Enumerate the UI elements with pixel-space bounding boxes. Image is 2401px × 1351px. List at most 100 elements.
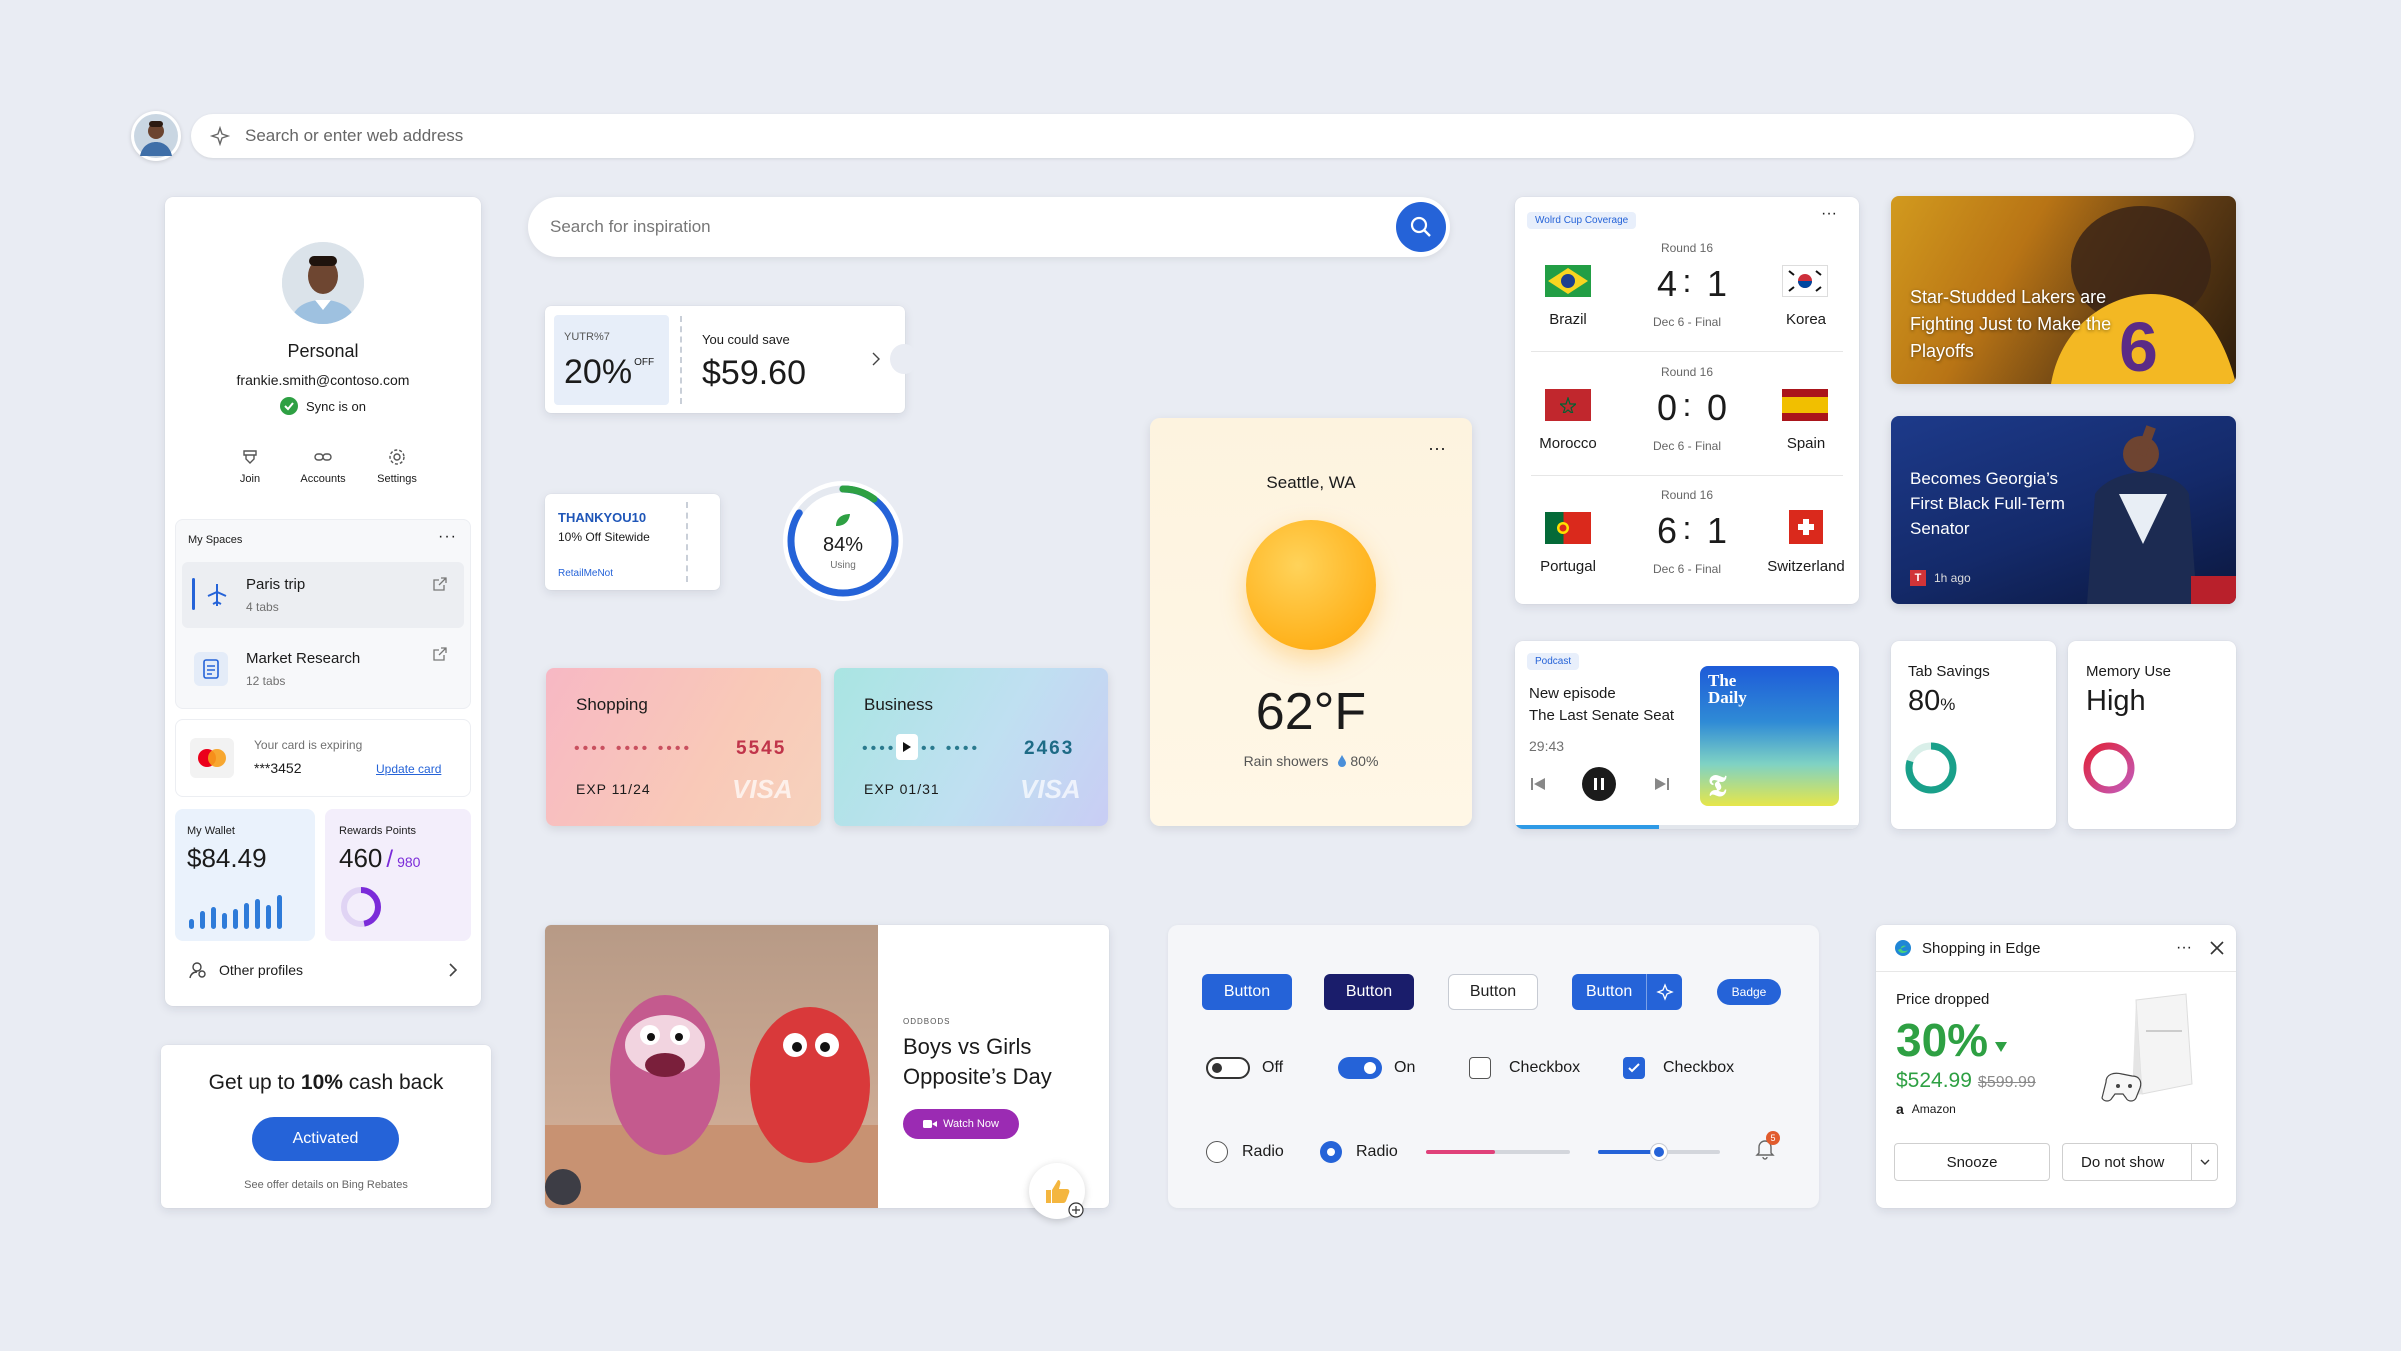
rewards-tile[interactable]: Rewards Points 460 / 980 xyxy=(325,809,471,941)
space-item-market[interactable]: Market Research 12 tabs xyxy=(182,636,464,702)
airplane-icon xyxy=(202,580,232,610)
snooze-button[interactable]: Snooze xyxy=(1894,1143,2050,1181)
wallet-tile[interactable]: My Wallet $84.49 xyxy=(175,809,315,941)
open-external-icon[interactable] xyxy=(432,646,448,662)
bar xyxy=(277,895,282,929)
more-icon[interactable]: ··· xyxy=(1428,438,1446,459)
sparkle-icon xyxy=(209,125,231,147)
avatar[interactable] xyxy=(131,111,181,161)
open-external-icon[interactable] xyxy=(432,576,448,592)
score-away: 1 xyxy=(1706,510,1728,551)
update-card-link[interactable]: Update card xyxy=(376,762,441,776)
match-row[interactable]: Round 16 Morocco 0 : 0 Dec 6 - Final Spa… xyxy=(1515,351,1859,471)
radio-unselected[interactable]: Radio xyxy=(1206,1141,1284,1163)
checkbox-box xyxy=(1623,1057,1645,1079)
skip-back-icon[interactable] xyxy=(1529,775,1547,793)
coupon-card[interactable]: YUTR%7 20% OFF You could save $59.60 xyxy=(545,306,918,413)
news-card-lakers[interactable]: 6 Star-Studded Lakers are Fighting Just … xyxy=(1891,196,2236,384)
more-icon[interactable]: ··· xyxy=(438,528,457,546)
thumbs-up-button[interactable] xyxy=(1029,1163,1085,1219)
do-not-show-button[interactable]: Do not show xyxy=(2062,1143,2218,1181)
world-cup-card[interactable]: Wolrd Cup Coverage ··· Round 16 Brazil 4… xyxy=(1515,197,1859,604)
notification-bell[interactable]: 5 xyxy=(1755,1131,1780,1160)
profile-action-settings[interactable]: Settings xyxy=(365,447,429,485)
space-sub: 4 tabs xyxy=(246,600,279,614)
coupon-off: OFF xyxy=(634,357,655,368)
video-card[interactable]: ODDBODS Boys vs Girls Opposite’s Day Wat… xyxy=(545,925,1109,1219)
shopping-header: Shopping in Edge ··· xyxy=(1894,939,2224,957)
podcast-card[interactable]: Podcast New episode The Last Senate Seat… xyxy=(1515,641,1859,829)
weather-desc: Rain showers xyxy=(1243,753,1329,769)
toggle-on[interactable]: On xyxy=(1338,1057,1415,1079)
radio-selected[interactable]: Radio xyxy=(1320,1141,1398,1163)
dark-button[interactable]: Button xyxy=(1324,974,1414,1010)
artwork-title: The Daily xyxy=(1708,671,1747,707)
other-profiles[interactable]: Other profiles xyxy=(189,961,459,979)
memory-ring xyxy=(2083,742,2135,794)
watch-now-button[interactable]: Watch Now xyxy=(903,1109,1019,1139)
card-title: Business xyxy=(864,695,933,714)
toggle-off-label: Off xyxy=(1262,1059,1284,1076)
match-row[interactable]: Round 16 Brazil 4 : 1 Dec 6 - Final Kore… xyxy=(1515,227,1859,347)
sync-label: Sync is on xyxy=(306,398,366,414)
score-away: 1 xyxy=(1706,263,1728,304)
primary-button[interactable]: Button xyxy=(1202,974,1292,1010)
down-arrow-icon xyxy=(1994,1041,2008,1053)
tab-savings-card[interactable]: Tab Savings 80 % xyxy=(1891,641,2056,829)
credit-card-shopping[interactable]: Shopping •••• •••• •••• 5545 EXP 11/24 V… xyxy=(546,668,821,826)
slider-pink[interactable] xyxy=(1426,1150,1570,1154)
bar xyxy=(233,909,238,929)
checkbox-checked[interactable]: Checkbox xyxy=(1623,1057,1734,1079)
match-round: Round 16 xyxy=(1660,241,1714,255)
checkbox-unchecked[interactable]: Checkbox xyxy=(1469,1057,1580,1079)
close-icon[interactable] xyxy=(2210,941,2224,955)
badge: Badge xyxy=(1717,979,1781,1005)
activated-button[interactable]: Activated xyxy=(252,1117,399,1161)
nyt-logo-icon: 𝕿 xyxy=(1708,770,1727,803)
save-value: $59.60 xyxy=(702,354,806,392)
skip-forward-icon[interactable] xyxy=(1653,775,1671,793)
split-button[interactable]: Button xyxy=(1572,974,1682,1010)
memory-value: High xyxy=(2086,685,2146,717)
visa-logo: VISA xyxy=(732,774,793,804)
credit-card-business[interactable]: Business •••• •••• •••• 2463 EXP 01/31 V… xyxy=(834,668,1108,826)
more-icon[interactable]: ··· xyxy=(1821,205,1837,223)
profile-action-accounts[interactable]: Accounts xyxy=(291,447,355,485)
search-button[interactable] xyxy=(1396,202,1446,252)
inspiration-search[interactable]: Search for inspiration xyxy=(528,197,1450,257)
address-bar[interactable]: Search or enter web address xyxy=(191,114,2194,158)
space-item-paris[interactable]: Paris trip 4 tabs xyxy=(182,562,464,628)
chevron-down-icon[interactable] xyxy=(2191,1143,2217,1181)
profile-action-join[interactable]: Join xyxy=(225,447,275,485)
outline-button[interactable]: Button xyxy=(1448,974,1538,1010)
card-expiring[interactable]: Your card is expiring ***3452 Update car… xyxy=(175,719,471,797)
card-last4: 5545 xyxy=(736,738,787,759)
rewards-value: 460 xyxy=(339,843,383,873)
slider-thumb[interactable] xyxy=(1651,1144,1667,1160)
match-row[interactable]: Round 16 Portugal 6 : 1 Dec 6 - Final Sw… xyxy=(1515,474,1859,594)
sync-status: Sync is on xyxy=(165,397,481,415)
weather-card[interactable]: ··· Seattle, WA 62°F Rain showers 80% xyxy=(1150,418,1472,826)
card-expiring-label: Your card is expiring xyxy=(254,738,363,752)
toggle-off[interactable]: Off xyxy=(1206,1057,1283,1079)
pause-button[interactable] xyxy=(1582,767,1616,801)
more-icon[interactable]: ··· xyxy=(2176,939,2192,957)
price-drop-row: 30% xyxy=(1896,1013,2008,1067)
join-icon xyxy=(225,447,275,467)
memory-use-card[interactable]: Memory Use High xyxy=(2068,641,2236,829)
shopping-in-edge-card: Shopping in Edge ··· Price dropped 30% $… xyxy=(1876,925,2236,1208)
bar xyxy=(200,911,205,929)
coupon-percent: 20% xyxy=(564,353,633,391)
chevron-right-icon xyxy=(871,352,881,366)
video-eyebrow: ODDBODS xyxy=(903,1017,951,1026)
card-last4: 2463 xyxy=(1024,738,1075,759)
news-card-senator[interactable]: Becomes Georgia’s First Black Full-Term … xyxy=(1891,416,2236,604)
current-price: $524.99 xyxy=(1896,1069,1972,1092)
do-not-show-label: Do not show xyxy=(2081,1153,2165,1171)
slider-blue[interactable] xyxy=(1598,1144,1720,1160)
card-title: Shopping xyxy=(576,695,648,714)
promo-ticket[interactable]: THANKYOU10 10% Off Sitewide RetailMeNot xyxy=(545,494,720,590)
podcast-progress[interactable] xyxy=(1515,825,1859,829)
sparkle-icon[interactable] xyxy=(1646,974,1682,1010)
rewards-ring xyxy=(341,887,381,927)
